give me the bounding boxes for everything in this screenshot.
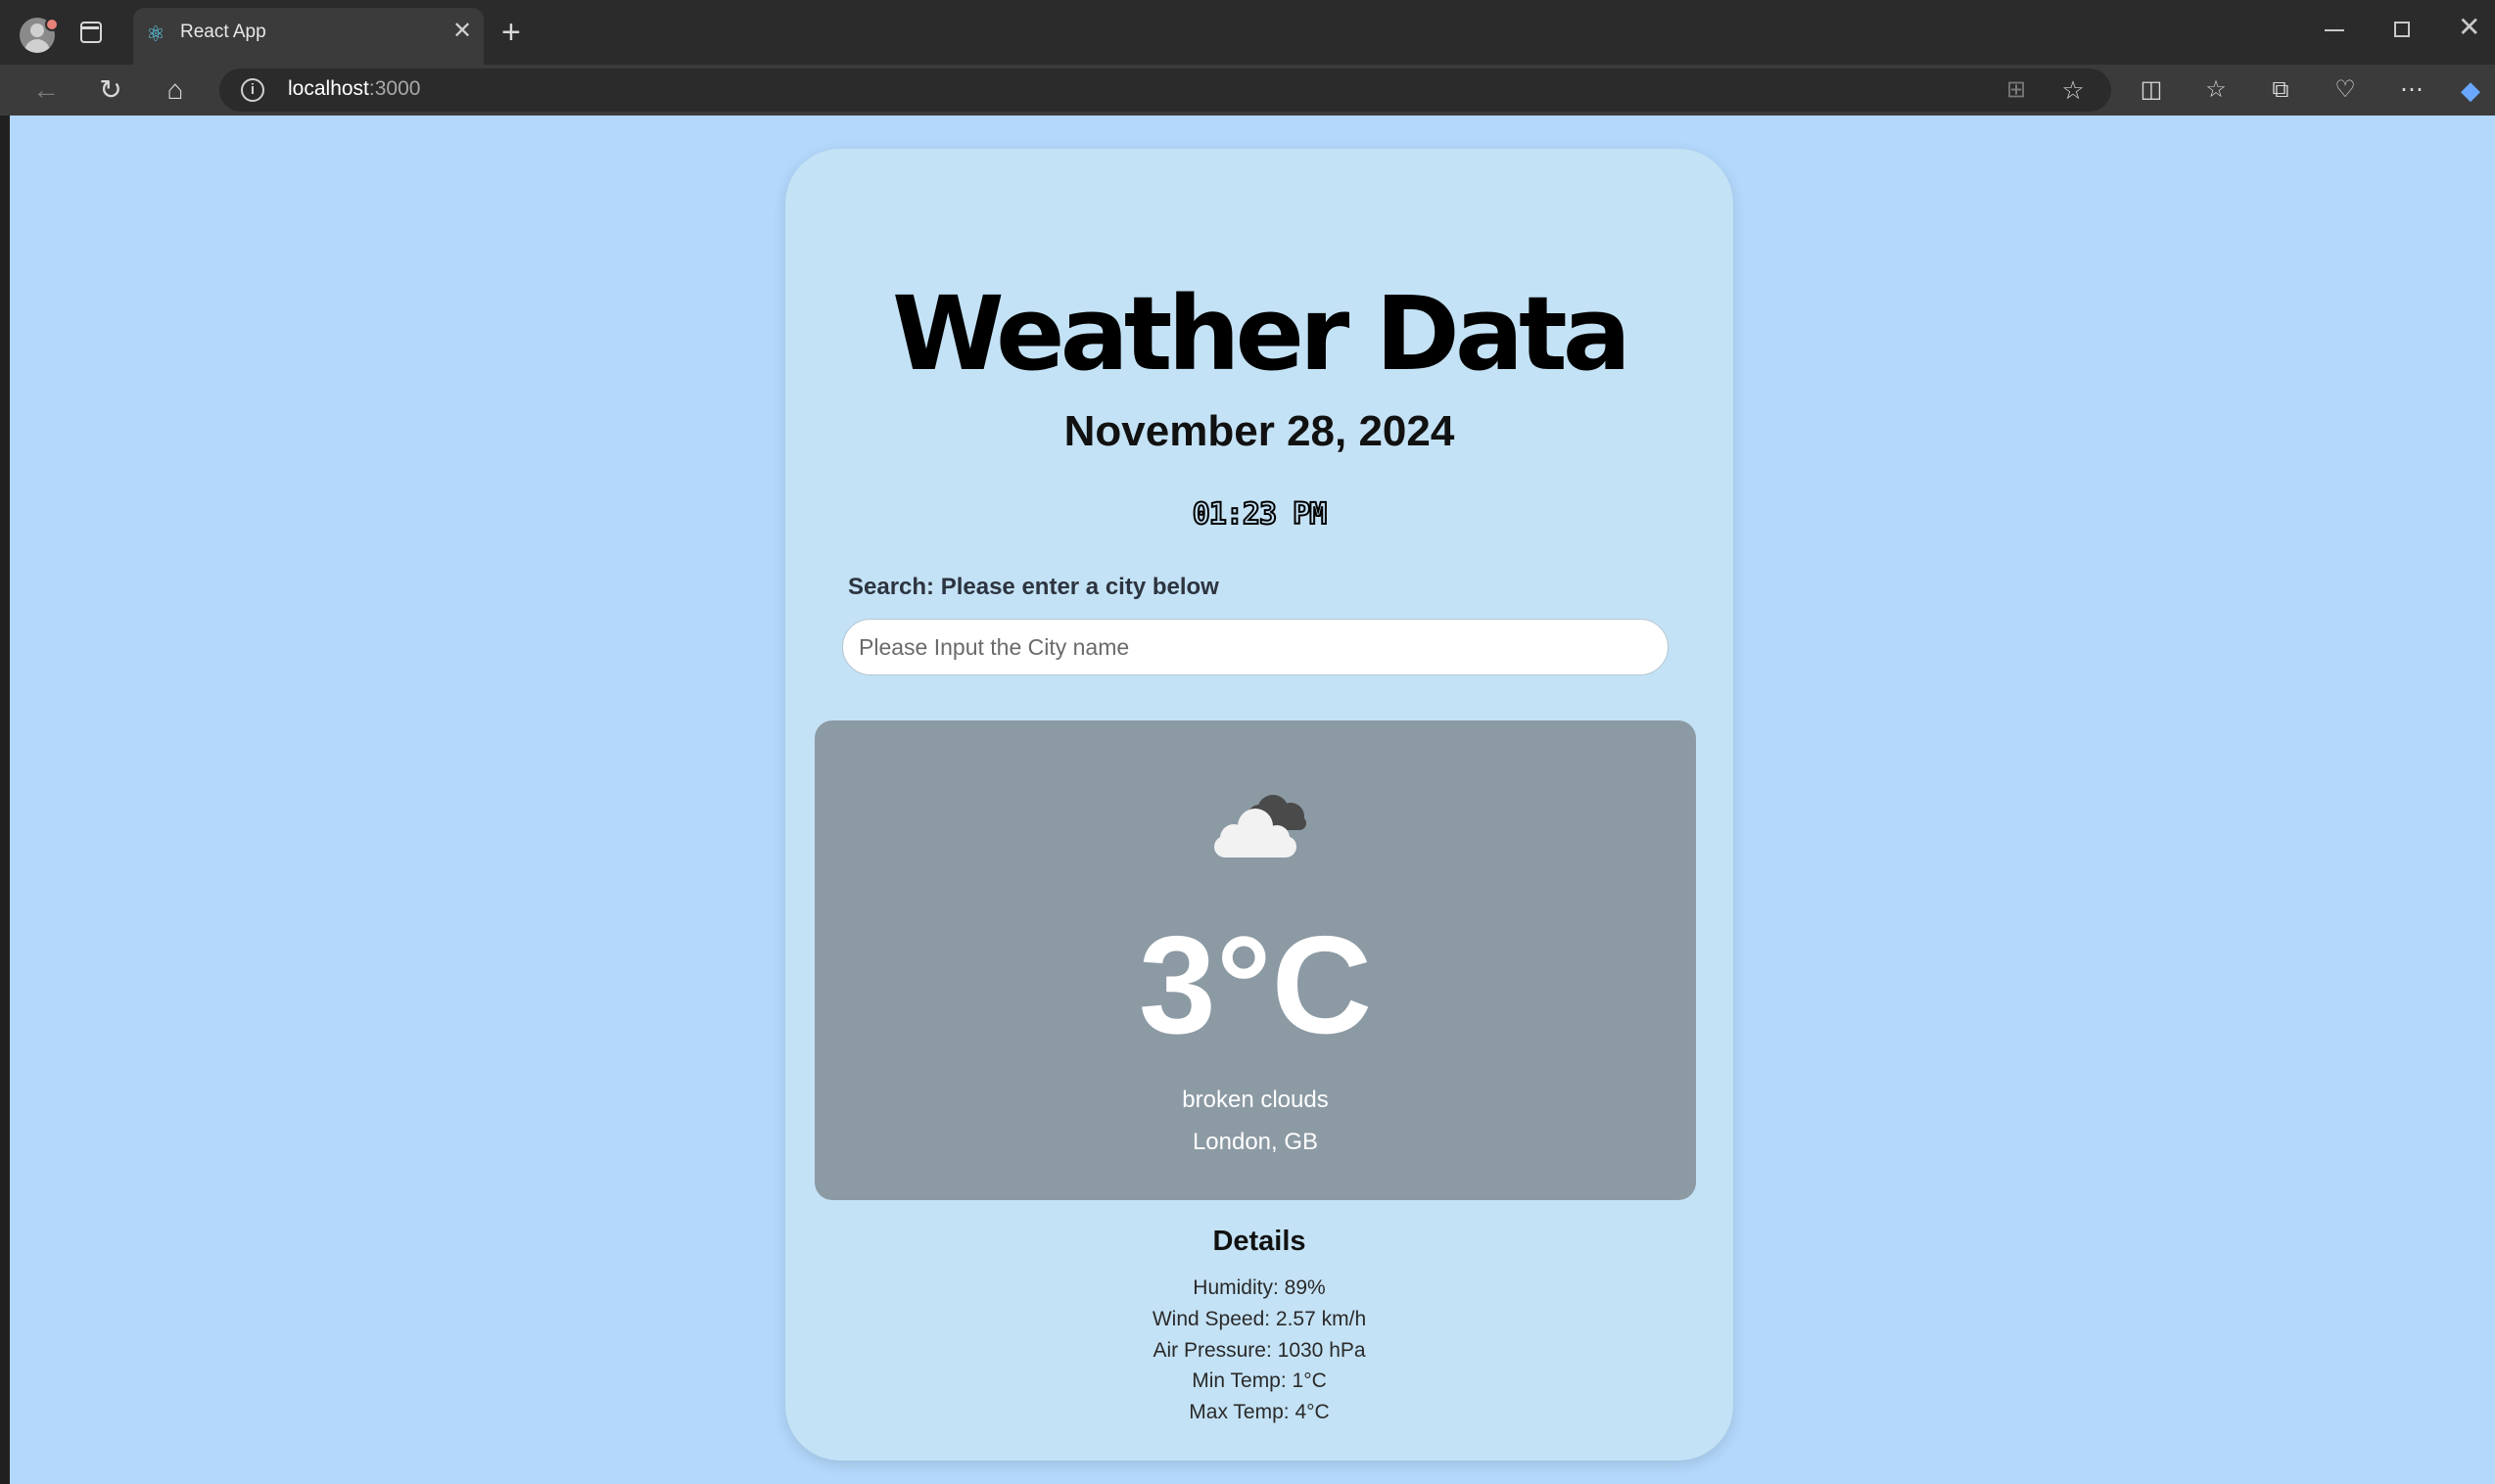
favorite-star-icon[interactable]: ☆ (2056, 73, 2090, 107)
window-close-icon[interactable]: ✕ (2458, 12, 2480, 43)
tab-actions-icon[interactable] (80, 22, 102, 43)
site-info-icon[interactable]: i (241, 78, 264, 102)
new-tab-icon[interactable]: + (501, 16, 521, 49)
browser-essentials-icon[interactable]: ♡ (2329, 73, 2362, 107)
address-bar[interactable] (219, 69, 2111, 112)
profile-notification-dot (45, 18, 59, 31)
humidity-detail: Humidity: 89% (1193, 1276, 1326, 1299)
min-temp-detail: Min Temp: 1°C (1192, 1369, 1327, 1393)
page-viewport: Weather Data November 28, 2024 01:23 PM … (10, 116, 2495, 1484)
details-heading: Details (1212, 1226, 1306, 1257)
react-favicon-icon: ⚛ (146, 22, 165, 46)
broken-clouds-icon (1214, 795, 1306, 858)
reload-icon[interactable]: ↻ (94, 73, 127, 107)
tab-title: React App (180, 22, 266, 42)
air-pressure-detail: Air Pressure: 1030 hPa (1153, 1338, 1366, 1362)
weather-location: London, GB (1192, 1129, 1319, 1155)
current-weather-panel: 3°C broken clouds London, GB (815, 720, 1696, 1200)
search-label: Search: Please enter a city below (848, 574, 1219, 600)
home-icon[interactable]: ⌂ (159, 73, 192, 107)
app-available-icon[interactable]: ⊞ (2000, 73, 2033, 107)
max-temp-detail: Max Temp: 4°C (1189, 1401, 1330, 1424)
back-icon[interactable]: ← (29, 73, 63, 107)
current-date: November 28, 2024 (1063, 407, 1455, 455)
wind-speed-detail: Wind Speed: 2.57 km/h (1152, 1307, 1367, 1330)
weather-description: broken clouds (1182, 1087, 1329, 1113)
url-text[interactable]: localhost:3000 (288, 77, 420, 101)
details-list: Humidity: 89% Wind Speed: 2.57 km/h Air … (785, 1273, 1733, 1428)
window-maximize-icon[interactable] (2394, 22, 2410, 37)
copilot-icon[interactable]: ◆ (2454, 73, 2487, 107)
current-time: 01:23 PM (1192, 496, 1329, 533)
more-options-icon[interactable]: ⋯ (2395, 73, 2428, 107)
split-screen-icon[interactable]: ◫ (2135, 73, 2168, 107)
temperature-value: 3°C (1138, 907, 1373, 1063)
tab-close-icon[interactable]: ✕ (452, 20, 472, 43)
favorites-icon[interactable]: ☆ (2199, 73, 2233, 107)
weather-card: Weather Data November 28, 2024 01:23 PM … (785, 149, 1733, 1461)
city-search-input[interactable] (842, 619, 1669, 675)
page-title: Weather Data (892, 274, 1631, 394)
collections-icon[interactable]: ⧉ (2264, 73, 2297, 107)
window-minimize-icon[interactable] (2325, 29, 2344, 31)
